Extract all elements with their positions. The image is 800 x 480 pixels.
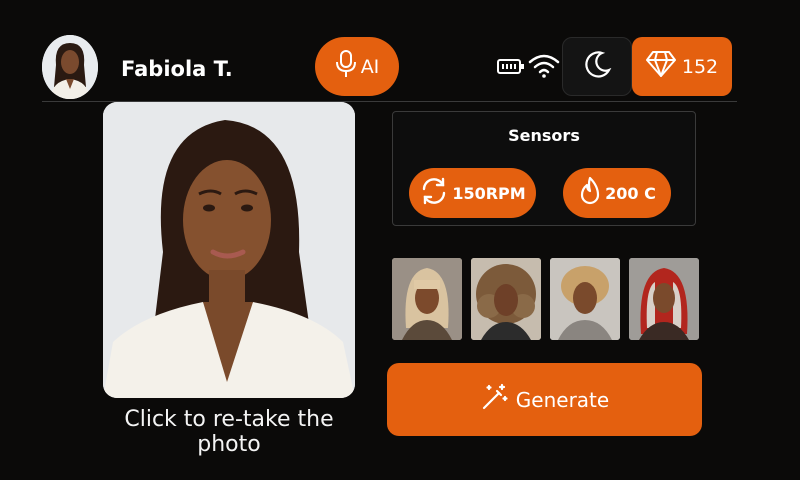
gems-count: 152 xyxy=(681,55,719,78)
moon-icon xyxy=(582,50,612,84)
sensors-title: Sensors xyxy=(508,126,580,145)
hairstyle-option-curly[interactable] xyxy=(471,258,541,340)
gems-balance-button[interactable]: 152 xyxy=(632,37,732,96)
generate-label: Generate xyxy=(515,387,610,412)
magic-wand-icon xyxy=(480,382,510,417)
battery-icon xyxy=(497,58,525,80)
rpm-sensor-badge: 150RPM xyxy=(409,168,536,218)
temperature-sensor-badge: 200 C xyxy=(563,168,671,218)
rotate-icon xyxy=(419,176,449,210)
user-name: Fabiola T. xyxy=(121,57,233,81)
hairstyle-option-short-curly[interactable] xyxy=(550,258,620,340)
avatar[interactable] xyxy=(42,35,98,99)
diamond-icon xyxy=(645,50,676,83)
wifi-icon xyxy=(528,52,560,84)
retake-photo-caption[interactable]: Click to re-take the photo xyxy=(103,407,355,457)
generate-button[interactable]: Generate xyxy=(387,363,702,436)
rpm-value: 150RPM xyxy=(452,183,526,203)
user-photo[interactable] xyxy=(103,102,355,398)
hairstyle-option-red-highlights[interactable] xyxy=(629,258,699,340)
flame-icon xyxy=(578,176,602,210)
ai-voice-button[interactable]: AI xyxy=(315,37,399,96)
temperature-value: 200 C xyxy=(605,183,656,203)
sensors-panel: Sensors 150RPM 200 C xyxy=(392,111,696,226)
hairstyle-option-blonde-bangs[interactable] xyxy=(392,258,462,340)
ai-label: AI xyxy=(360,55,380,78)
dark-mode-toggle[interactable] xyxy=(562,37,632,96)
microphone-icon xyxy=(335,49,357,84)
